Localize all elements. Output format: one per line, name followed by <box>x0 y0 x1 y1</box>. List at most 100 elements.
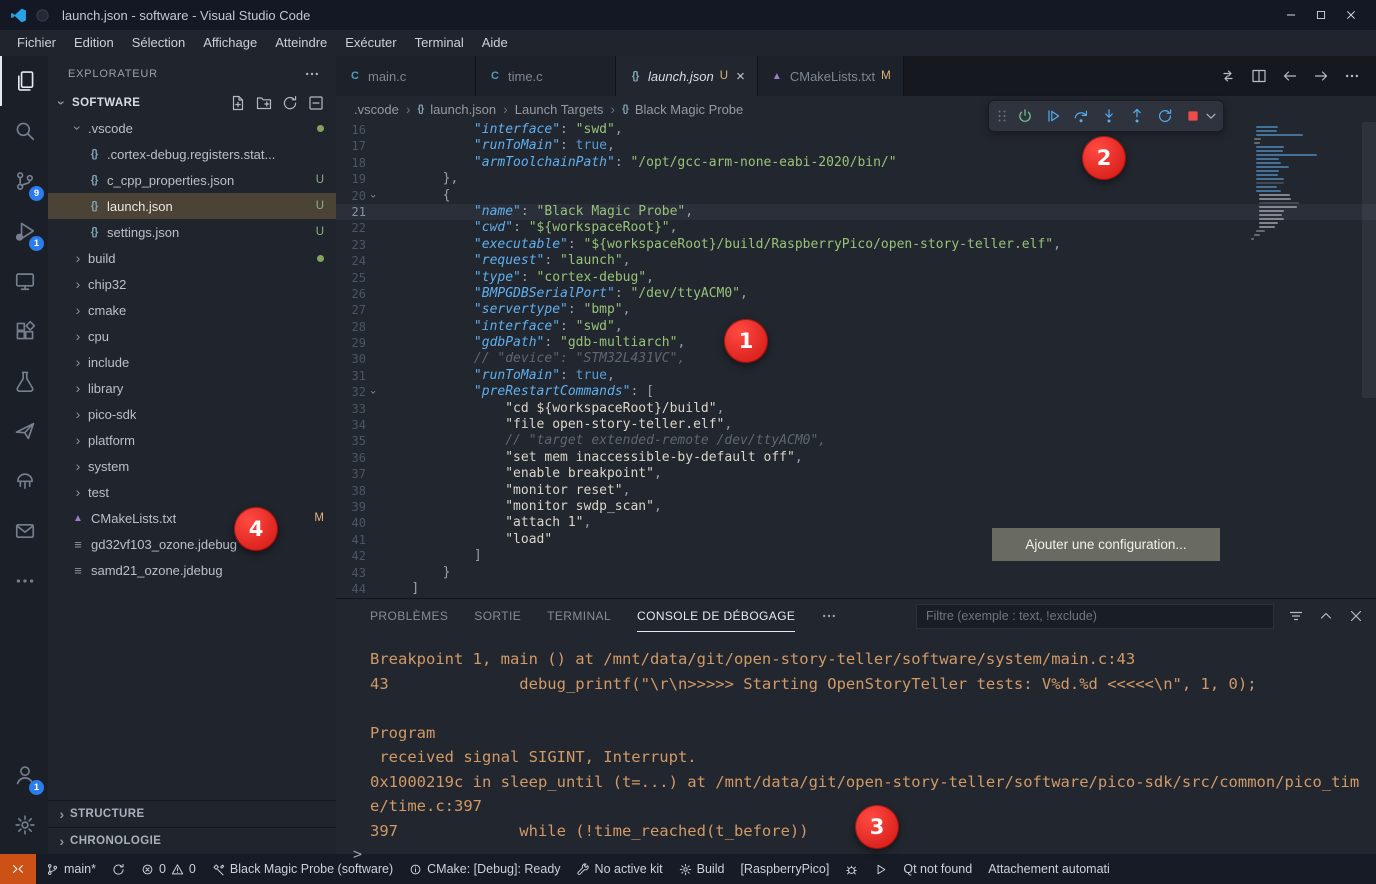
activity-more-views[interactable] <box>0 556 48 606</box>
line-number[interactable]: 23 <box>336 237 366 253</box>
activity-settings[interactable] <box>0 800 48 850</box>
tab-launch-json[interactable]: {}launch.jsonU× <box>616 56 758 96</box>
code-line-33[interactable]: 33 "cd ${workspaceRoot}/build", <box>336 401 1376 417</box>
code-line-18[interactable]: 18 "armToolchainPath": "/opt/gcc-arm-non… <box>336 155 1376 171</box>
code-line-36[interactable]: 36 "set mem inaccessible-by-default off"… <box>336 450 1376 466</box>
line-number[interactable]: 37 <box>336 466 366 482</box>
debug-console[interactable]: Breakpoint 1, main () at /mnt/data/git/o… <box>336 633 1376 843</box>
debug-power-button[interactable] <box>1011 103 1039 129</box>
line-number[interactable]: 40 <box>336 515 366 531</box>
scrollbar-slider[interactable] <box>1362 122 1376 398</box>
line-number[interactable]: 39 <box>336 499 366 515</box>
line-number[interactable]: 35 <box>336 433 366 449</box>
debug-more-debug-button[interactable] <box>1203 103 1219 129</box>
tree-item-gd32vf103-ozone-jdebug[interactable]: ≡gd32vf103_ozone.jdebug <box>48 531 336 557</box>
arrow-right-icon[interactable] <box>1313 68 1329 84</box>
line-number[interactable]: 26 <box>336 286 366 302</box>
minimap[interactable] <box>1248 126 1362 242</box>
line-number[interactable]: 29 <box>336 335 366 351</box>
tree-item-build[interactable]: ›build <box>48 245 336 271</box>
menu-terminal[interactable]: Terminal <box>406 30 473 56</box>
status-git-branch[interactable]: main* <box>38 854 104 884</box>
activity-extensions[interactable] <box>0 306 48 356</box>
refresh-icon[interactable] <box>282 95 298 111</box>
breadcrumb-item[interactable]: launch.json <box>430 102 496 117</box>
line-number[interactable]: 36 <box>336 450 366 466</box>
breadcrumb-item[interactable]: Launch Targets <box>515 102 604 117</box>
code-line-43[interactable]: 43 } <box>336 565 1376 581</box>
tree-item-pico-sdk[interactable]: ›pico-sdk <box>48 401 336 427</box>
add-configuration-button[interactable]: Ajouter une configuration... <box>992 528 1220 561</box>
menu-aide[interactable]: Aide <box>473 30 517 56</box>
debug-step-over-button[interactable] <box>1067 103 1095 129</box>
split-icon[interactable] <box>1251 68 1267 84</box>
compare-icon[interactable] <box>1220 68 1236 84</box>
line-number[interactable]: 21 <box>336 204 366 220</box>
explorer-more-actions-icon[interactable] <box>304 66 320 82</box>
code-line-17[interactable]: 17 "runToMain": true, <box>336 138 1376 154</box>
code-line-20[interactable]: 20› { <box>336 188 1376 204</box>
debug-restart-button[interactable] <box>1151 103 1179 129</box>
debug-drag-handle-button[interactable] <box>993 103 1011 129</box>
breadcrumb-item[interactable]: .vscode <box>354 102 399 117</box>
tree-item-cpu[interactable]: ›cpu <box>48 323 336 349</box>
line-number[interactable]: 44 <box>336 581 366 597</box>
activity-accounts[interactable]: 1 <box>0 750 48 800</box>
line-number[interactable]: 19 <box>336 171 366 187</box>
code-line-38[interactable]: 38 "monitor reset", <box>336 483 1376 499</box>
ellipsis-icon[interactable] <box>1344 68 1360 84</box>
console-prompt[interactable]: > <box>336 845 1376 863</box>
tab-cmakelists-txt[interactable]: ▲CMakeLists.txtM <box>758 56 904 96</box>
code-line-35[interactable]: 35 // "target extended-remote /dev/ttyAC… <box>336 433 1376 449</box>
menu-fichier[interactable]: Fichier <box>8 30 65 56</box>
code-line-19[interactable]: 19 }, <box>336 171 1376 187</box>
breadcrumb-item[interactable]: Black Magic Probe <box>635 102 743 117</box>
filter-input[interactable] <box>916 604 1274 629</box>
tree-item-cmakelists-txt[interactable]: ▲CMakeLists.txtM <box>48 505 336 531</box>
panel-more-icon[interactable] <box>821 608 837 624</box>
code-line-30[interactable]: 30 // "device": "STM32L431VC", <box>336 351 1376 367</box>
activity-debugger-ext[interactable] <box>0 456 48 506</box>
line-number[interactable]: 28 <box>336 319 366 335</box>
activity-messages[interactable] <box>0 506 48 556</box>
panel-tab-probl-mes[interactable]: PROBLÈMES <box>370 601 448 632</box>
line-number[interactable]: 16 <box>336 122 366 138</box>
line-number[interactable]: 22 <box>336 220 366 236</box>
code-line-40[interactable]: 40 "attach 1", <box>336 515 1376 531</box>
tree-item-system[interactable]: ›system <box>48 453 336 479</box>
tree-item-c-cpp-properties-json[interactable]: {}c_cpp_properties.jsonU <box>48 167 336 193</box>
tree-item-library[interactable]: ›library <box>48 375 336 401</box>
chevron-up-icon[interactable] <box>1318 608 1334 624</box>
tab-time-c[interactable]: Ctime.c <box>476 56 616 96</box>
code-editor[interactable]: 16 "interface": "swd",17 "runToMain": tr… <box>336 122 1376 598</box>
menu-affichage[interactable]: Affichage <box>194 30 266 56</box>
line-number[interactable]: 27 <box>336 302 366 318</box>
code-line-26[interactable]: 26 "BMPGDBSerialPort": "/dev/ttyACM0", <box>336 286 1376 302</box>
debug-step-out-button[interactable] <box>1123 103 1151 129</box>
code-line-39[interactable]: 39 "monitor swdp_scan", <box>336 499 1376 515</box>
code-line-22[interactable]: 22 "cwd": "${workspaceRoot}", <box>336 220 1376 236</box>
line-number[interactable]: 33 <box>336 401 366 417</box>
code-line-25[interactable]: 25 "type": "cortex-debug", <box>336 270 1376 286</box>
section-header-structure[interactable]: ›STRUCTURE <box>48 800 336 827</box>
menu-sélection[interactable]: Sélection <box>123 30 194 56</box>
panel-tab-console-de-d-bogage[interactable]: CONSOLE DE DÉBOGAGE <box>637 601 795 632</box>
code-line-32[interactable]: 32› "preRestartCommands": [ <box>336 384 1376 400</box>
debug-continue-button[interactable] <box>1039 103 1067 129</box>
tree-item-vscode[interactable]: ›.vscode <box>48 115 336 141</box>
close-button[interactable] <box>1336 0 1366 30</box>
line-number[interactable]: 31 <box>336 368 366 384</box>
close-icon[interactable] <box>1348 608 1364 624</box>
activity-search[interactable] <box>0 106 48 156</box>
tree-item-launch-json[interactable]: {}launch.jsonU <box>48 193 336 219</box>
line-number[interactable]: 25 <box>336 270 366 286</box>
activity-run-and-debug[interactable]: 1 <box>0 206 48 256</box>
section-header-chronologie[interactable]: ›CHRONOLOGIE <box>48 827 336 854</box>
editor-scrollbar[interactable] <box>1362 122 1376 598</box>
line-number[interactable]: 42 <box>336 548 366 564</box>
arrow-left-icon[interactable] <box>1282 68 1298 84</box>
status-remote[interactable] <box>0 854 36 884</box>
menu-edition[interactable]: Edition <box>65 30 123 56</box>
code-line-34[interactable]: 34 "file open-story-teller.elf", <box>336 417 1376 433</box>
menu-exécuter[interactable]: Exécuter <box>336 30 405 56</box>
